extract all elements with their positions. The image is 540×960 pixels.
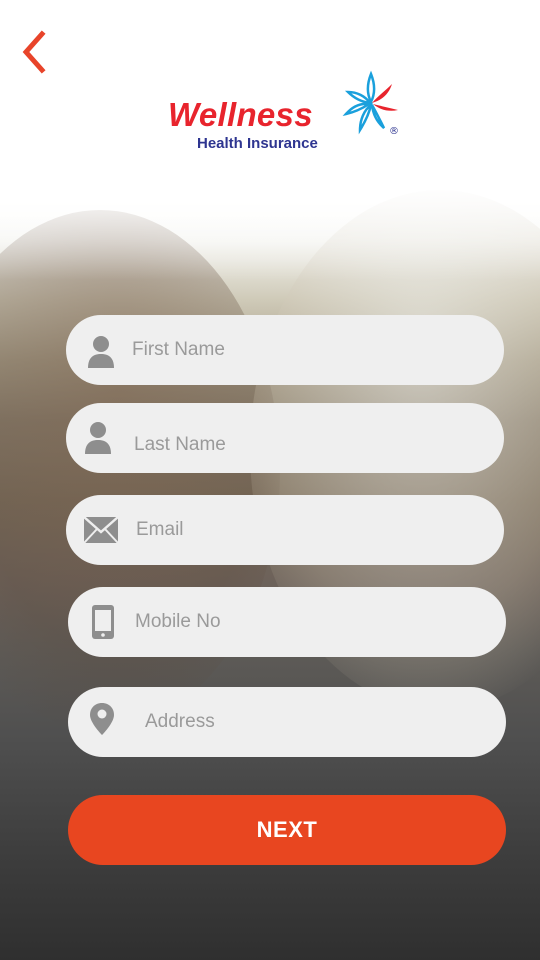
registered-mark: ® bbox=[389, 126, 399, 137]
next-button[interactable]: NEXT bbox=[68, 795, 506, 865]
registration-screen: Wellness Health Insurance ® First Name L… bbox=[0, 0, 540, 960]
address-input[interactable] bbox=[145, 702, 445, 742]
mobile-field[interactable] bbox=[68, 587, 506, 657]
user-icon bbox=[86, 335, 116, 369]
chevron-left-icon bbox=[22, 30, 46, 74]
last-name-input[interactable] bbox=[134, 425, 434, 465]
location-pin-icon bbox=[89, 702, 115, 736]
address-field[interactable] bbox=[68, 687, 506, 757]
back-button[interactable] bbox=[12, 28, 56, 76]
wellness-logo: Wellness Health Insurance ® bbox=[168, 70, 408, 160]
last-name-field[interactable] bbox=[66, 403, 504, 473]
brand-name: Wellness bbox=[168, 96, 313, 133]
user-icon bbox=[83, 421, 113, 455]
envelope-icon bbox=[83, 516, 119, 544]
email-field[interactable] bbox=[66, 495, 504, 565]
first-name-field[interactable] bbox=[66, 315, 504, 385]
brand-subtitle: Health Insurance bbox=[197, 135, 318, 152]
mobile-phone-icon bbox=[91, 604, 115, 640]
first-name-input[interactable] bbox=[132, 330, 432, 370]
mobile-input[interactable] bbox=[135, 602, 435, 642]
email-input[interactable] bbox=[136, 510, 436, 550]
